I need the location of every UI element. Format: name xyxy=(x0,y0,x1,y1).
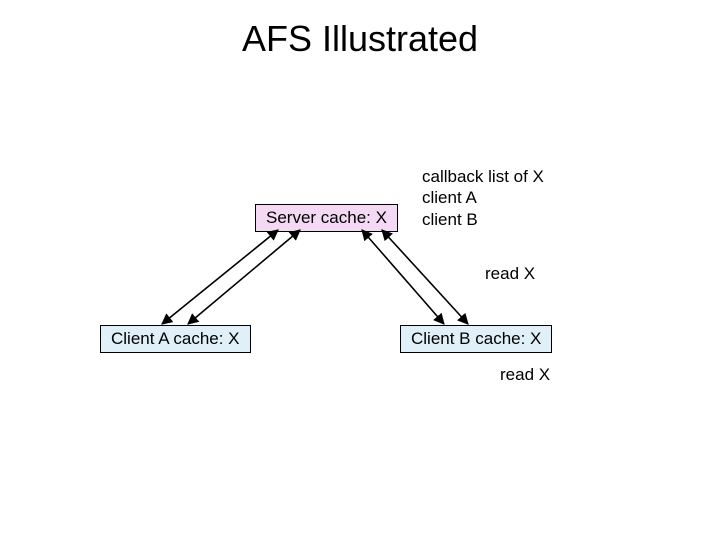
page-title: AFS Illustrated xyxy=(0,18,720,60)
client-b-cache-label: Client B cache: X xyxy=(411,329,541,348)
callback-list-client-a: client A xyxy=(422,187,544,208)
callback-list-client-b: client B xyxy=(422,209,544,230)
client-a-cache-node: Client A cache: X xyxy=(100,325,251,353)
read-x-label-upper: read X xyxy=(485,264,535,284)
diagram-arrows xyxy=(0,0,720,540)
server-cache-node: Server cache: X xyxy=(255,204,398,232)
callback-list: callback list of X client A client B xyxy=(422,166,544,230)
callback-list-title: callback list of X xyxy=(422,166,544,187)
server-cache-label: Server cache: X xyxy=(266,208,387,227)
read-x-label-lower: read X xyxy=(500,365,550,385)
client-a-cache-label: Client A cache: X xyxy=(111,329,240,348)
client-b-cache-node: Client B cache: X xyxy=(400,325,552,353)
